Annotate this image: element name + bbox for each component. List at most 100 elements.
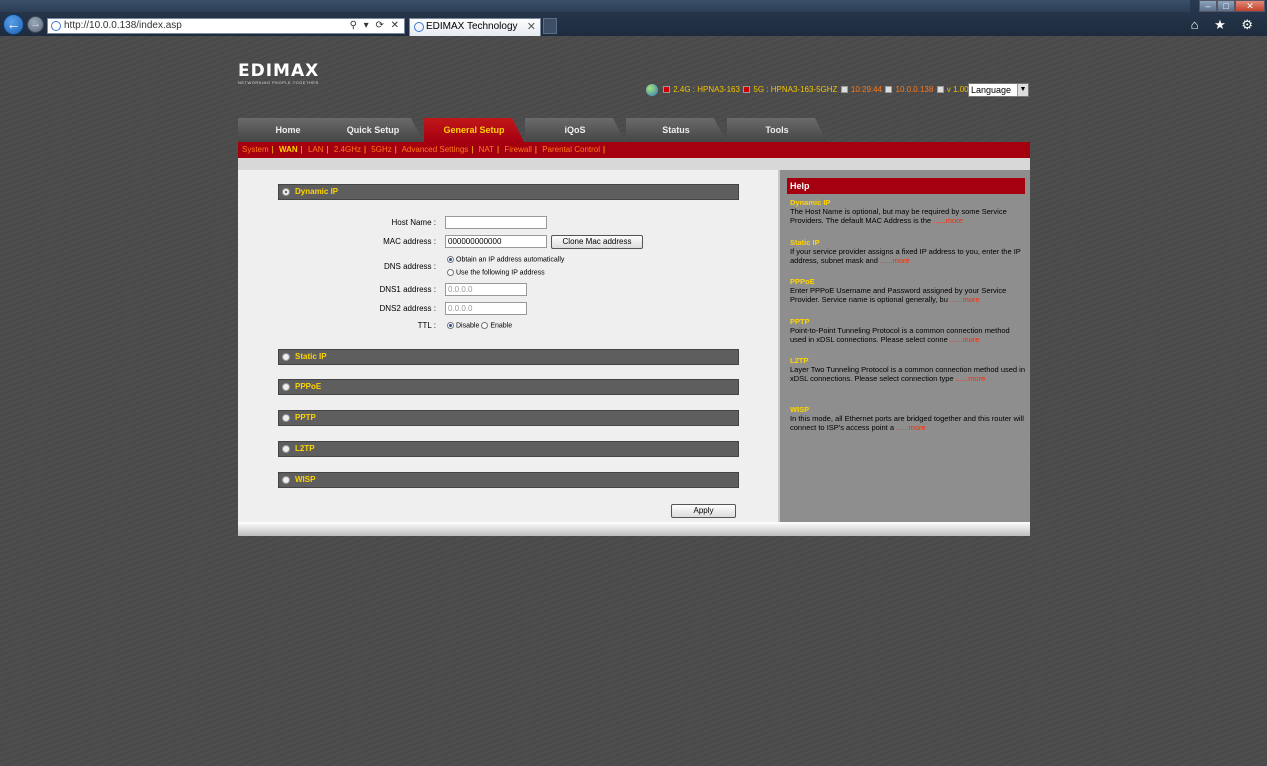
wan-form-panel: Dynamic IP Host Name : MAC address : 000…: [238, 170, 778, 522]
help-item-wisp: WISP In this mode, all Ethernet ports ar…: [790, 405, 1026, 432]
tab-favicon-icon: [414, 22, 424, 32]
dns-manual-option[interactable]: Use the following IP address: [447, 269, 545, 276]
help-item-l2tp: L2TP Layer Two Tunneling Protocol is a c…: [790, 356, 1026, 383]
section-wisp[interactable]: WISP: [278, 472, 739, 488]
content-footer-bar: [238, 522, 1030, 536]
subnav-separator: |: [534, 145, 537, 154]
browser-toolbar-icons[interactable]: ⌂ ★ ⚙: [1191, 17, 1259, 33]
help-more-link[interactable]: ......more: [950, 335, 980, 344]
address-tools-icons[interactable]: ⚲ ▾ ⟳ ✕: [350, 19, 401, 33]
ie-page-icon: [51, 21, 61, 31]
subnav-advanced-settings[interactable]: Advanced Settings: [402, 145, 469, 154]
section-l2tp-label: L2TP: [295, 444, 315, 453]
band-24-indicator-icon: [663, 86, 670, 94]
tab-close-icon[interactable]: ✕: [527, 19, 536, 35]
ttl-disable-label: Disable: [456, 322, 480, 330]
dns1-address-input[interactable]: 0.0.0.0: [445, 283, 527, 296]
host-name-label: Host Name :: [391, 218, 436, 227]
forward-button[interactable]: →: [27, 16, 44, 33]
l2tp-radio[interactable]: [282, 445, 290, 453]
section-dynamic-ip[interactable]: Dynamic IP: [278, 184, 739, 200]
apply-button[interactable]: Apply: [671, 504, 736, 518]
help-more-link[interactable]: ......more: [956, 374, 986, 383]
pptp-radio[interactable]: [282, 414, 290, 422]
back-button[interactable]: ←: [3, 14, 24, 35]
browser-chrome: ← → http://10.0.0.138/index.asp ⚲ ▾ ⟳ ✕ …: [0, 0, 1267, 36]
address-url: http://10.0.0.138/index.asp: [64, 20, 182, 31]
help-item-pptp: PPTP Point-to-Point Tunneling Protocol i…: [790, 317, 1026, 344]
tab-status[interactable]: Status: [626, 118, 726, 142]
new-tab-button[interactable]: [543, 18, 557, 34]
subnav-system[interactable]: System: [242, 145, 269, 154]
subnav-wan[interactable]: WAN: [279, 145, 298, 154]
help-more-link[interactable]: ......more: [880, 256, 910, 265]
mac-address-input[interactable]: 000000000000: [445, 235, 547, 248]
ttl-disable-radio[interactable]: [447, 322, 454, 329]
tab-quick-setup[interactable]: Quick Setup: [323, 118, 423, 142]
subnav-separator: |: [497, 145, 500, 154]
subnav-nat[interactable]: NAT: [479, 145, 494, 154]
tab-title: EDIMAX Technology: [426, 21, 518, 32]
status-band5: 5G : HPNA3-163-5GHZ: [753, 85, 838, 94]
globe-icon: [646, 83, 658, 96]
band-5-indicator-icon: [743, 86, 751, 94]
subnav-separator: |: [271, 145, 274, 154]
dns-auto-option[interactable]: Obtain an IP address automatically: [447, 256, 564, 263]
help-item-title: L2TP: [790, 356, 809, 365]
dynamic-ip-radio[interactable]: [282, 188, 290, 196]
subnav-separator: |: [300, 145, 303, 154]
help-item-title: WISP: [790, 405, 810, 414]
help-item-title: Static IP: [790, 238, 820, 247]
back-arrow-icon: ←: [6, 16, 21, 32]
address-bar[interactable]: http://10.0.0.138/index.asp ⚲ ▾ ⟳ ✕: [47, 18, 405, 34]
subnav-5ghz[interactable]: 5GHz: [371, 145, 391, 154]
language-select[interactable]: Language ▼: [968, 83, 1029, 97]
help-item-dynamic-ip: Dynamic IP The Host Name is optional, bu…: [790, 198, 1026, 225]
edimax-logo: EDIMAX NETWORKING PEOPLE TOGETHER: [238, 62, 319, 85]
tab-general-setup[interactable]: General Setup: [424, 118, 524, 142]
ttl-enable-radio[interactable]: [481, 322, 489, 329]
section-pptp[interactable]: PPTP: [278, 410, 739, 426]
section-l2tp[interactable]: L2TP: [278, 441, 739, 457]
main-nav: Home Quick Setup General Setup iQoS Stat…: [238, 118, 1030, 142]
dns2-address-input[interactable]: 0.0.0.0: [445, 302, 527, 315]
section-static-ip[interactable]: Static IP: [278, 349, 739, 365]
status-version: v 1.00: [946, 85, 969, 94]
section-wisp-label: WISP: [295, 475, 316, 484]
dns2-address-label: DNS2 address :: [379, 304, 436, 313]
help-more-link[interactable]: ......more: [896, 423, 926, 432]
status-band24: 2.4G : HPNA3-163: [673, 85, 740, 94]
status-bar: 2.4G : HPNA3-163 5G : HPNA3-163-5GHZ 10:…: [646, 83, 969, 97]
status-ip: 10.0.0.138: [895, 85, 934, 94]
subnav-firewall[interactable]: Firewall: [504, 145, 532, 154]
section-pppoe[interactable]: PPPoE: [278, 379, 739, 395]
tab-iqos[interactable]: iQoS: [525, 118, 625, 142]
host-name-input[interactable]: [445, 216, 547, 229]
minimize-button[interactable]: –: [1199, 0, 1217, 12]
maximize-button[interactable]: □: [1217, 0, 1235, 12]
static-ip-radio[interactable]: [282, 353, 290, 361]
subnav-separator: |: [363, 145, 367, 154]
dns-manual-label: Use the following IP address: [456, 269, 545, 277]
close-window-button[interactable]: ✕: [1235, 0, 1265, 12]
browser-tab[interactable]: EDIMAX Technology ✕: [409, 18, 541, 36]
logo-brand: EDIMAX: [238, 61, 320, 81]
dns-manual-radio[interactable]: [447, 269, 454, 276]
wisp-radio[interactable]: [282, 476, 290, 484]
status-time: 10:29:44: [850, 85, 883, 94]
help-more-link[interactable]: ......more: [933, 216, 963, 225]
section-static-ip-label: Static IP: [295, 352, 327, 361]
subnav-lan[interactable]: LAN: [308, 145, 324, 154]
pppoe-radio[interactable]: [282, 383, 290, 391]
chevron-down-icon: ▼: [1017, 84, 1028, 96]
ttl-label: TTL :: [417, 321, 436, 330]
clone-mac-button[interactable]: Clone Mac address: [551, 235, 643, 249]
tab-tools[interactable]: Tools: [727, 118, 827, 142]
help-more-link[interactable]: ......more: [950, 295, 980, 304]
dns-auto-radio[interactable]: [447, 256, 454, 263]
language-select-value: Language: [971, 85, 1012, 95]
subnav-2-4ghz[interactable]: 2.4GHz: [334, 145, 361, 154]
ttl-options: Disable Enable: [447, 322, 512, 329]
subnav-parental-control[interactable]: Parental Control: [542, 145, 600, 154]
ip-indicator-icon: [885, 86, 893, 94]
